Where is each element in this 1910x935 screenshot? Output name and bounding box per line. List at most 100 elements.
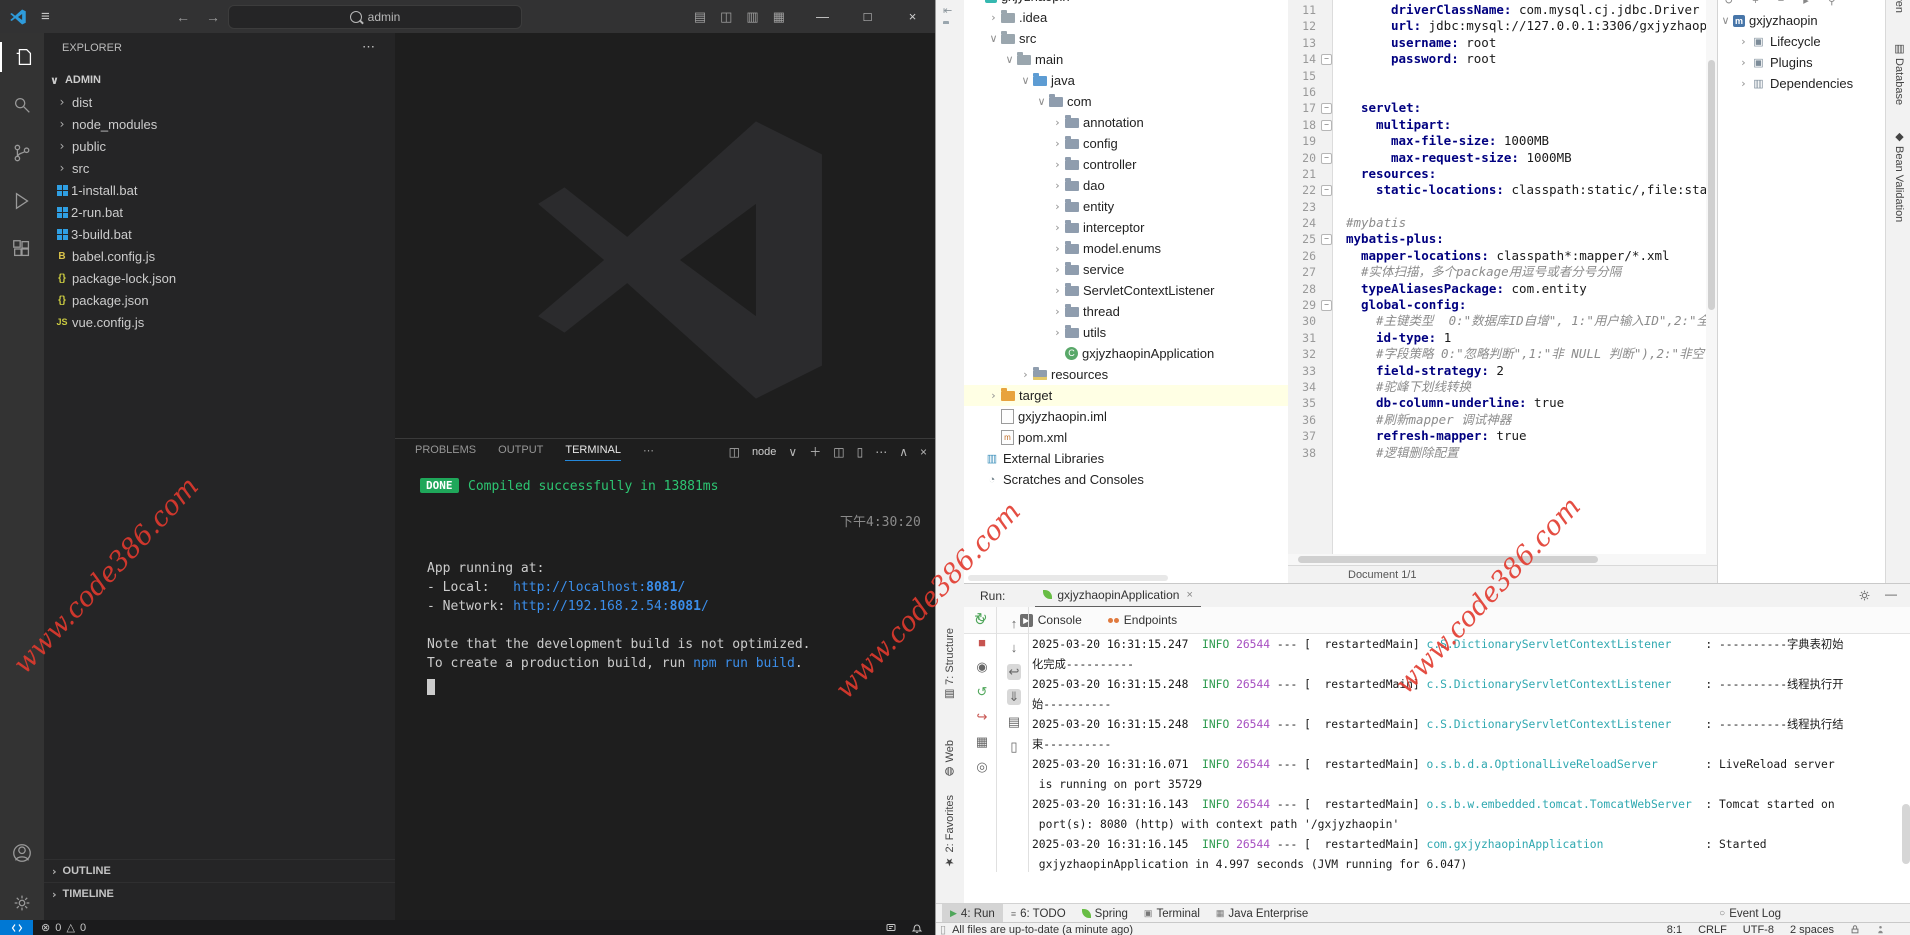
- back-icon[interactable]: ←: [176, 9, 190, 25]
- tree-row-controller[interactable]: ›controller: [964, 154, 1288, 175]
- tree-row-gxjyzhaopin[interactable]: ∨gxjyzhaopin: [964, 0, 1288, 7]
- minimize-button[interactable]: —: [800, 0, 845, 33]
- encoding[interactable]: UTF-8: [1743, 924, 1774, 935]
- code-line-27[interactable]: 27#实体扫描，多个package用逗号或者分号分隔: [1288, 264, 1706, 280]
- tree-row-External-Libraries[interactable]: ▥External Libraries: [964, 448, 1288, 469]
- tree-row-dao[interactable]: ›dao: [964, 175, 1288, 196]
- tree-row-thread[interactable]: ›thread: [964, 301, 1288, 322]
- console-scrollbar[interactable]: [1902, 804, 1910, 864]
- exit-icon[interactable]: ↪: [977, 709, 988, 725]
- customize-layout-icon[interactable]: ▦: [773, 9, 785, 25]
- feedback-icon[interactable]: [885, 922, 897, 934]
- scroll-to-end-icon[interactable]: ⇓: [1007, 689, 1022, 705]
- panel-more-icon[interactable]: ⋯: [875, 445, 887, 459]
- tree-row-com[interactable]: ∨com: [964, 91, 1288, 112]
- code-line-11[interactable]: 11driverClassName: com.mysql.cj.jdbc.Dri…: [1288, 2, 1706, 18]
- code-line-21[interactable]: 21resources:: [1288, 166, 1706, 182]
- maven-item-plugins[interactable]: ›▣Plugins: [1718, 52, 1886, 73]
- code-line-28[interactable]: 28typeAliasesPackage: com.entity: [1288, 281, 1706, 297]
- clear-icon[interactable]: ▯: [1010, 739, 1017, 755]
- tree-row-service[interactable]: ›service: [964, 259, 1288, 280]
- code-line-37[interactable]: 37refresh-mapper: true: [1288, 428, 1706, 444]
- code-line-33[interactable]: 33field-strategy: 2: [1288, 363, 1706, 379]
- kill-terminal-icon[interactable]: ▯: [857, 445, 864, 459]
- explorer-icon[interactable]: [0, 42, 46, 72]
- panel-close-icon[interactable]: ×: [920, 445, 927, 459]
- indent-setting[interactable]: 2 spaces: [1790, 924, 1834, 935]
- tree-row-target[interactable]: ›target: [964, 385, 1288, 406]
- bottom-tab-Terminal[interactable]: ▣Terminal: [1136, 904, 1208, 923]
- new-terminal-icon[interactable]: ＋: [809, 443, 821, 460]
- bottom-tab-4--Run[interactable]: ▶4: Run: [942, 904, 1003, 923]
- section-timeline[interactable]: ›TIMELINE: [44, 882, 395, 905]
- layout-icon[interactable]: ▦: [976, 734, 988, 750]
- project-root-row[interactable]: ∨ ADMIN: [44, 69, 395, 91]
- line-ending[interactable]: CRLF: [1698, 924, 1727, 935]
- fold-marker-icon[interactable]: −: [1321, 153, 1332, 164]
- scroll-up-icon[interactable]: ↑: [1011, 616, 1018, 631]
- tree-row-gxjyzhaopinApplication[interactable]: CgxjyzhaopinApplication: [964, 343, 1288, 364]
- code-line-19[interactable]: 19max-file-size: 1000MB: [1288, 133, 1706, 149]
- tree-row-model-enums[interactable]: ›model.enums: [964, 238, 1288, 259]
- command-center-search[interactable]: admin: [228, 5, 522, 29]
- close-button[interactable]: ×: [890, 0, 935, 33]
- right-stripe-tab-Bean-Validation[interactable]: ◆ Bean Validation: [1893, 130, 1906, 222]
- section-outline[interactable]: ›OUTLINE: [44, 859, 395, 882]
- editor-hscrollbar[interactable]: [1288, 554, 1717, 565]
- forward-icon[interactable]: →: [206, 9, 220, 25]
- explorer-item-src[interactable]: ›src: [44, 157, 395, 179]
- code-line-23[interactable]: 23: [1288, 199, 1706, 215]
- toggle-secondary-sidebar-icon[interactable]: ▥: [746, 9, 758, 25]
- restart-icon[interactable]: ↺: [977, 684, 988, 700]
- terminal-shell-label[interactable]: node: [752, 446, 776, 458]
- left-stripe-tab-2--Favorites[interactable]: ★ 2: Favorites: [943, 795, 956, 869]
- fold-marker-icon[interactable]: −: [1321, 103, 1332, 114]
- code-line-25[interactable]: 25−mybatis-plus:: [1288, 231, 1706, 247]
- maximize-button[interactable]: □: [845, 0, 890, 33]
- tree-row-gxjyzhaopin-iml[interactable]: gxjyzhaopin.iml: [964, 406, 1288, 427]
- tree-row-config[interactable]: ›config: [964, 133, 1288, 154]
- right-stripe-tab-Maven[interactable]: Maven: [1893, 0, 1905, 13]
- yaml-editor[interactable]: 11driverClassName: com.mysql.cj.jdbc.Dri…: [1288, 0, 1706, 554]
- code-line-12[interactable]: 12url: jdbc:mysql://127.0.0.1:3306/gxjyz…: [1288, 18, 1706, 34]
- tree-row-interceptor[interactable]: ›interceptor: [964, 217, 1288, 238]
- code-line-16[interactable]: 16: [1288, 84, 1706, 100]
- code-line-24[interactable]: 24#mybatis: [1288, 215, 1706, 231]
- run-console-output[interactable]: 2025-03-20 16:31:15.247 INFO 26544 --- […: [1032, 635, 1907, 872]
- print-icon[interactable]: ▤: [1008, 714, 1020, 730]
- explorer-more-icon[interactable]: ⋯: [362, 39, 375, 55]
- tree-row-pom-xml[interactable]: mpom.xml: [964, 427, 1288, 448]
- code-line-17[interactable]: 17−servlet:: [1288, 100, 1706, 116]
- code-line-35[interactable]: 35db-column-underline: true: [1288, 395, 1706, 411]
- event-log-button[interactable]: ○ Event Log: [1719, 908, 1781, 920]
- shell-dropdown-icon[interactable]: ∨: [788, 445, 797, 459]
- run-debug-icon[interactable]: [0, 186, 44, 216]
- maven-root-row[interactable]: ∨ m gxjyzhaopin: [1718, 10, 1886, 31]
- close-tab-icon[interactable]: ×: [1186, 589, 1192, 601]
- explorer-item-node_modules[interactable]: ›node_modules: [44, 113, 395, 135]
- tree-row-ServletContextListener[interactable]: ›ServletContextListener: [964, 280, 1288, 301]
- toggle-panel-icon[interactable]: ◫: [720, 9, 732, 25]
- code-line-38[interactable]: 38#逻辑删除配置: [1288, 445, 1706, 461]
- explorer-item-dist[interactable]: ›dist: [44, 91, 395, 113]
- scroll-down-icon[interactable]: ↓: [1011, 640, 1018, 655]
- code-line-14[interactable]: 14−password: root: [1288, 51, 1706, 67]
- left-stripe-tab-7--Structure[interactable]: ▤ 7: Structure: [943, 628, 956, 701]
- code-line-32[interactable]: 32#字段策略 0:"忽略判断",1:"非 NULL 判断"),2:"非空: [1288, 346, 1706, 362]
- panel-tab-output[interactable]: OUTPUT: [498, 444, 543, 461]
- code-line-29[interactable]: 29−global-config:: [1288, 297, 1706, 313]
- code-line-31[interactable]: 31id-type: 1: [1288, 330, 1706, 346]
- explorer-item-package-lock.json[interactable]: {}package-lock.json: [44, 267, 395, 289]
- maven-item-lifecycle[interactable]: ›▣Lifecycle: [1718, 31, 1886, 52]
- terminal-split-icon[interactable]: ◫: [729, 445, 740, 459]
- panel-tab-terminal[interactable]: TERMINAL: [565, 444, 621, 461]
- source-control-icon[interactable]: [0, 138, 44, 168]
- code-line-34[interactable]: 34#驼峰下划线转换: [1288, 379, 1706, 395]
- code-line-36[interactable]: 36#刷新mapper 调试神器: [1288, 412, 1706, 428]
- tree-row--idea[interactable]: ›.idea: [964, 7, 1288, 28]
- explorer-item-1-install.bat[interactable]: 1-install.bat: [44, 179, 395, 201]
- left-stripe-tab-Web[interactable]: ◍ Web: [943, 740, 956, 778]
- fold-marker-icon[interactable]: −: [1321, 234, 1332, 245]
- caret-position[interactable]: 8:1: [1667, 924, 1682, 935]
- explorer-item-babel.config.js[interactable]: Bbabel.config.js: [44, 245, 395, 267]
